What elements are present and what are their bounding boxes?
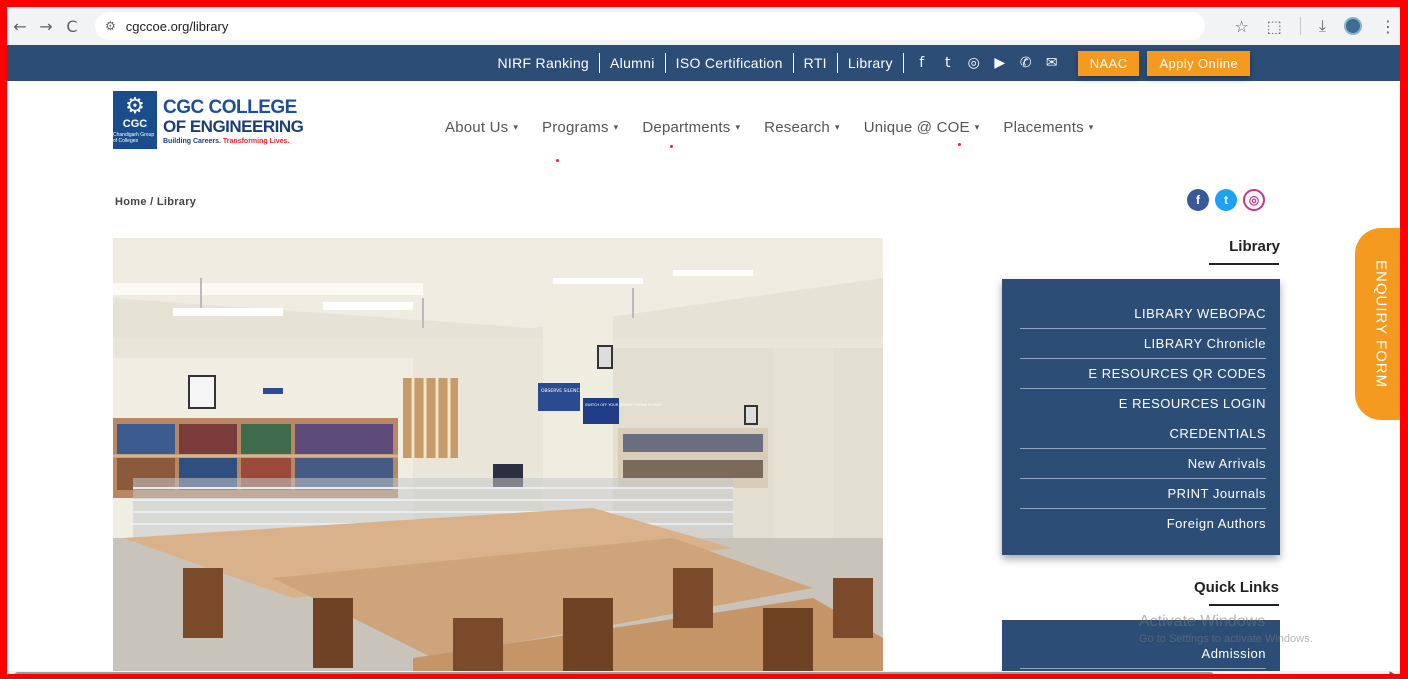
browser-toolbar: ← → C ⚙ cgccoe.org/library ☆ ⬚ ⤓ ⋮ [7,7,1400,45]
youtube-icon[interactable]: ▶ [992,55,1008,71]
enquiry-form-tab[interactable]: ENQUIRY FORM [1355,228,1400,420]
back-icon[interactable]: ← [7,17,33,36]
sign-observe-silence: OBSERVE SILENCE [541,388,583,394]
quick-link-admission[interactable]: Admission [1202,646,1266,661]
sidebar-item-library-webopac[interactable]: LIBRARY WEBOPAC [1020,299,1266,329]
breadcrumb[interactable]: Home / Library [115,196,196,208]
apply-online-button[interactable]: Apply Online [1147,50,1250,76]
enquiry-form-label: ENQUIRY FORM [1372,259,1390,389]
scroll-right-arrow-icon[interactable]: ▸ [1389,669,1394,674]
watermark-line2: Go to Settings to activate Windows. [1139,633,1313,645]
facebook-share-icon[interactable]: f [1187,189,1209,211]
utility-links: NIRF Ranking Alumni ISO Certification RT… [488,53,904,73]
scrollbar-thumb[interactable] [14,672,1214,674]
site-header: ⚙ CGC Chandigarh Group of Colleges CGC C… [7,81,1400,181]
emblem-text: CGC [122,118,148,130]
chevron-down-icon: ▾ [513,122,519,133]
nav-programs[interactable]: Programs ▾ [542,119,618,136]
nav-label: Unique @ COE [863,119,970,136]
link-iso-certification[interactable]: ISO Certification [666,53,794,73]
instagram-icon[interactable]: ◎ [966,55,982,71]
reload-icon[interactable]: C [59,17,85,36]
nav-label: Departments [642,119,731,136]
emblem-subtext: Chandigarh Group of Colleges [113,132,155,144]
site-info-icon[interactable]: ⚙ [105,19,116,33]
nav-indicator-dot [670,145,673,148]
quick-links-title: Quick Links [1193,579,1279,596]
sidebar-item-credentials[interactable]: CREDENTIALS [1020,419,1266,449]
nav-label: Research [764,119,830,136]
library-interior-illustration: OBSERVE SILENCE SWITCH OFF YOUR MOBILE P… [113,238,883,674]
sidebar-title: Library [1229,238,1280,255]
college-logo[interactable]: ⚙ CGC Chandigarh Group of Colleges CGC C… [113,91,323,151]
sidebar-title-underline [1209,263,1279,265]
address-bar[interactable]: ⚙ cgccoe.org/library [95,12,1205,40]
sidebar-item-print-journals[interactable]: PRINT Journals [1020,479,1266,509]
sidebar-item-foreign-authors[interactable]: Foreign Authors [1020,509,1266,539]
share-icons: f t ◎ [1187,189,1265,211]
nav-label: About Us [445,119,509,136]
download-icon[interactable]: ⤓ [1319,16,1326,36]
page-frame: ← → C ⚙ cgccoe.org/library ☆ ⬚ ⤓ ⋮ NIRF … [7,7,1400,674]
tagline-part1: Building Careers. [163,137,223,145]
sidebar-item-library-chronicle[interactable]: LIBRARY Chronicle [1020,329,1266,359]
naac-button[interactable]: NAAC [1077,50,1140,76]
bookmark-star-icon[interactable]: ☆ [1234,17,1248,36]
utility-bar: NIRF Ranking Alumni ISO Certification RT… [7,45,1400,81]
logo-line1: CGC COLLEGE [163,96,297,118]
windows-activation-watermark: Activate Windows Go to Settings to activ… [1139,613,1313,645]
nav-placements[interactable]: Placements ▾ [1003,119,1093,136]
chevron-down-icon: ▾ [1088,122,1094,133]
quick-link-divider [1020,668,1266,669]
logo-wordmark: CGC COLLEGE OF ENGINEERING Building Care… [163,91,304,151]
facebook-icon[interactable]: f [914,55,930,71]
url-text: cgccoe.org/library [125,18,229,34]
instagram-share-icon[interactable]: ◎ [1243,189,1265,211]
twitter-icon[interactable]: t [940,55,956,71]
extensions-icon[interactable]: ⬚ [1267,17,1282,36]
link-rti[interactable]: RTI [794,53,838,73]
watermark-line1: Activate Windows [1139,613,1266,630]
twitter-share-icon[interactable]: t [1215,189,1237,211]
chevron-down-icon: ▾ [974,122,980,133]
forward-icon[interactable]: → [33,17,59,36]
nav-about-us[interactable]: About Us ▾ [445,119,518,136]
nav-unique-coe[interactable]: Unique @ COE ▾ [864,119,980,136]
link-alumni[interactable]: Alumni [600,53,666,73]
sidebar-item-new-arrivals[interactable]: New Arrivals [1020,449,1266,479]
nav-indicator-dot [556,159,559,162]
horizontal-scrollbar[interactable]: ▸ [7,669,1400,674]
toolbar-divider [1299,17,1301,35]
gear-emblem-icon: ⚙ [125,94,145,119]
sidebar-item-e-resources-qr-codes[interactable]: E RESOURCES QR CODES [1020,359,1266,389]
nav-label: Placements [1003,119,1084,136]
browser-menu-icon[interactable]: ⋮ [1380,17,1396,36]
main-navigation: About Us ▾ Programs ▾ Departments ▾ Researc… [445,119,1094,136]
sidebar-item-e-resources-login[interactable]: E RESOURCES LOGIN [1020,389,1266,419]
tagline-part2: Transforming Lives. [222,137,290,145]
profile-avatar-icon[interactable] [1344,17,1362,35]
link-nirf-ranking[interactable]: NIRF Ranking [488,53,601,73]
library-photo: OBSERVE SILENCE SWITCH OFF YOUR MOBILE P… [113,238,883,674]
nav-label: Programs [542,119,609,136]
social-links: f t ◎ ▶ ✆ ✉ [914,55,1060,71]
chevron-down-icon: ▾ [613,122,619,133]
nav-indicator-dot [958,143,961,146]
nav-departments[interactable]: Departments ▾ [642,119,740,136]
logo-line2: OF ENGINEERING [163,116,304,136]
phone-icon[interactable]: ✆ [1018,55,1034,71]
link-library[interactable]: Library [838,53,904,73]
logo-tagline: Building Careers. Transforming Lives. [163,138,303,145]
quick-links-underline [1209,604,1279,606]
browser-actions: ☆ ⬚ ⤓ ⋮ [1234,7,1396,45]
library-menu: LIBRARY WEBOPAC LIBRARY Chronicle E RESO… [1002,279,1280,555]
logo-emblem: ⚙ CGC Chandigarh Group of Colleges [113,91,157,149]
whatsapp-icon[interactable]: ✉ [1044,55,1060,71]
chevron-down-icon: ▾ [735,122,741,133]
sign-mobile-phone: SWITCH OFF YOUR MOBILE PHONE PLEASE [585,403,662,407]
chevron-down-icon: ▾ [834,122,840,133]
nav-research[interactable]: Research ▾ [764,119,840,136]
